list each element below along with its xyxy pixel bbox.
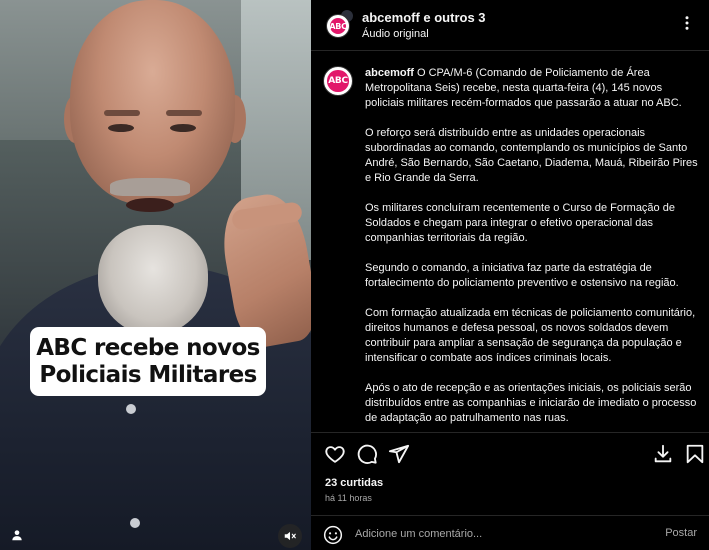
avatar[interactable]: ABC: [323, 66, 353, 96]
person-brow: [104, 110, 140, 116]
audio-link[interactable]: Áudio original: [362, 28, 429, 40]
action-bar: 23 curtidas há 11 horas: [311, 432, 709, 515]
caption-paragraph: O reforço será distribuído entre as unid…: [365, 127, 698, 184]
person-beard: [98, 225, 208, 335]
heart-icon[interactable]: [324, 443, 346, 465]
bookmark-icon[interactable]: [684, 443, 706, 465]
person-mouth: [126, 198, 174, 212]
post-header: ABC abcemoff e outros 3 Áudio original: [311, 0, 709, 51]
caption-paragraph: abcemoff O CPA/M-6 (Comando de Policiame…: [365, 66, 699, 111]
comment-bar: Postar: [311, 515, 709, 550]
caption-paragraph: Com formação atualizada em técnicas de p…: [365, 307, 696, 364]
caption-username[interactable]: abcemoff: [365, 67, 414, 79]
caption-paragraph: Segundo o comando, a iniciativa faz part…: [365, 262, 679, 289]
download-icon[interactable]: [652, 443, 674, 465]
post-comment-button[interactable]: Postar: [665, 527, 697, 539]
more-vertical-icon[interactable]: [678, 14, 696, 32]
share-icon[interactable]: [388, 443, 410, 465]
smiley-icon[interactable]: [323, 525, 343, 545]
comment-input[interactable]: [355, 524, 625, 544]
person-mustache: [110, 178, 190, 196]
person-icon[interactable]: [10, 528, 24, 542]
shirt-button: [126, 404, 136, 414]
speaker-muted-icon: [284, 531, 296, 541]
mute-button[interactable]: [278, 524, 302, 548]
video-player[interactable]: ABC recebe novos Policiais Militares: [0, 0, 311, 550]
shirt-button: [130, 518, 140, 528]
reel-viewer: ABC recebe novos Policiais Militares ABC…: [0, 0, 709, 550]
video-caption-line2: Policiais Militares: [39, 361, 257, 388]
comment-icon[interactable]: [356, 443, 378, 465]
author-names[interactable]: abcemoff e outros 3: [362, 10, 486, 25]
avatar-logo: ABC: [329, 17, 347, 35]
person-brow: [166, 110, 202, 116]
caption-paragraph: Após o ato de recepção e as orientações …: [365, 382, 697, 424]
person-eye: [108, 124, 134, 132]
post-time[interactable]: há 11 horas: [325, 493, 372, 503]
caption-paragraph: Os militares concluíram recentemente o C…: [365, 202, 675, 244]
post-panel: ABC abcemoff e outros 3 Áudio original A…: [311, 0, 709, 550]
post-caption: abcemoff O CPA/M-6 (Comando de Policiame…: [365, 66, 699, 432]
avatar-logo: ABC: [327, 70, 349, 92]
likes-count[interactable]: 23 curtidas: [325, 477, 383, 489]
video-caption-line1: ABC recebe novos: [36, 334, 260, 361]
video-caption: ABC recebe novos Policiais Militares: [30, 327, 266, 396]
avatar[interactable]: ABC: [326, 14, 350, 38]
post-caption-area: ABC abcemoff O CPA/M-6 (Comando de Polic…: [311, 52, 709, 432]
person-head: [70, 0, 235, 205]
person-eye: [170, 124, 196, 132]
